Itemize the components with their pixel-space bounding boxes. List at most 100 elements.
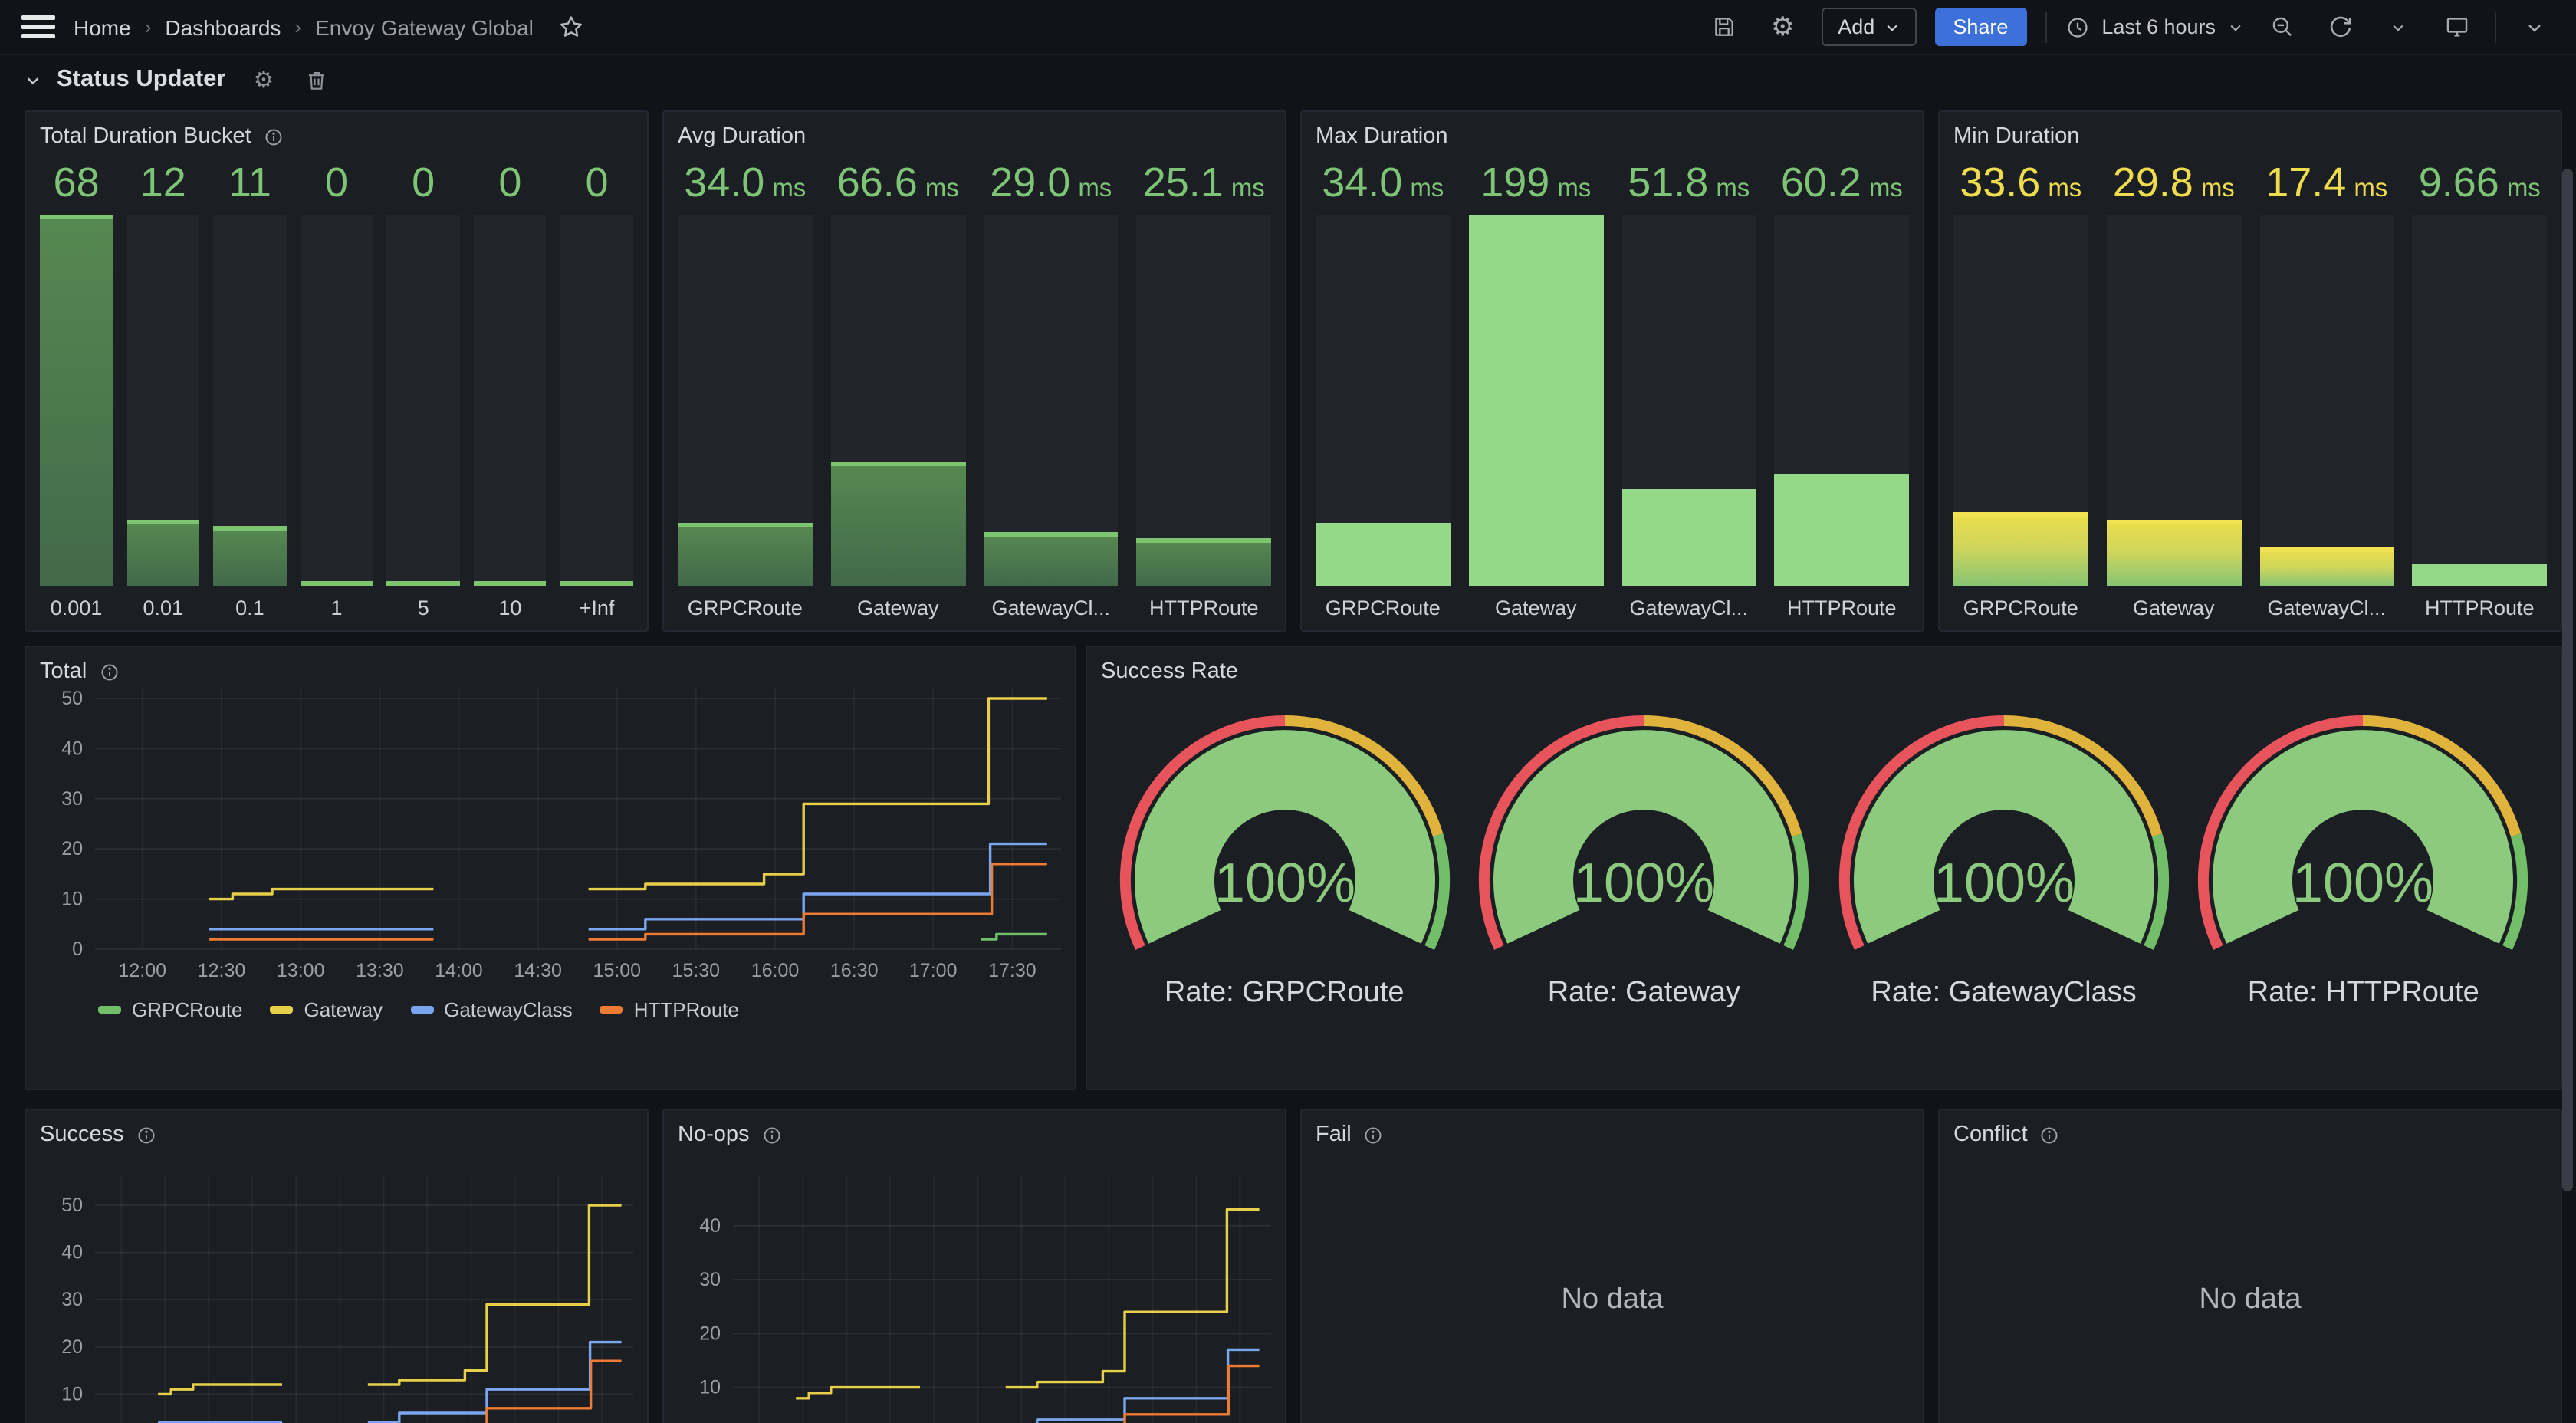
bar-track xyxy=(560,215,633,586)
svg-text:30: 30 xyxy=(61,1289,83,1310)
breadcrumb: Home › Dashboards › Envoy Gateway Global xyxy=(74,15,534,39)
bar-value: 0 xyxy=(474,159,547,209)
bar-column: 51.8msGatewayCl... xyxy=(1622,159,1756,619)
svg-text:17:00: 17:00 xyxy=(909,960,958,981)
svg-text:10: 10 xyxy=(699,1377,721,1398)
divider xyxy=(2045,12,2046,42)
bar-value: 199ms xyxy=(1469,159,1604,209)
bar-value: 0 xyxy=(560,159,633,209)
svg-text:50: 50 xyxy=(61,1195,83,1216)
row-settings-icon[interactable]: ⚙ xyxy=(254,68,274,91)
info-icon[interactable] xyxy=(1364,1125,1384,1145)
favorite-star-icon[interactable] xyxy=(552,7,592,47)
info-icon[interactable] xyxy=(264,127,284,146)
dashboard-settings-icon[interactable]: ⚙ xyxy=(1763,7,1802,47)
toolbar-chevron-down-icon[interactable] xyxy=(2515,7,2555,47)
bar-label: Gateway xyxy=(831,586,966,619)
bar-label: GRPCRoute xyxy=(1953,586,2088,619)
svg-text:40: 40 xyxy=(699,1215,721,1237)
bar-label: HTTPRoute xyxy=(2413,586,2548,619)
kiosk-mode-icon[interactable] xyxy=(2436,7,2476,47)
bar-label: GRPCRoute xyxy=(678,586,813,619)
bar-column: 680.001 xyxy=(40,159,113,619)
time-range-picker[interactable]: Last 6 hours xyxy=(2065,15,2243,39)
bar-track xyxy=(1953,215,2088,586)
menu-icon[interactable] xyxy=(21,10,55,44)
gauge: 100%Rate: GatewayClass xyxy=(1828,696,2180,1078)
zoom-out-icon[interactable] xyxy=(2262,7,2302,47)
refresh-interval-chevron-icon[interactable] xyxy=(2378,7,2418,47)
breadcrumb-home[interactable]: Home xyxy=(74,15,131,39)
breadcrumb-dashboards[interactable]: Dashboards xyxy=(165,15,281,39)
top-nav: Home › Dashboards › Envoy Gateway Global… xyxy=(0,0,2576,55)
legend-item[interactable]: GatewayClass xyxy=(410,998,573,1021)
bar-value: 29.0ms xyxy=(984,159,1119,209)
info-icon[interactable] xyxy=(99,662,119,682)
legend-item[interactable]: GRPCRoute xyxy=(98,998,243,1021)
panel-min-duration: Min Duration 33.6msGRPCRoute29.8msGatewa… xyxy=(1938,110,2562,632)
divider xyxy=(2495,12,2496,42)
panel-title[interactable]: Total xyxy=(40,658,1061,685)
row-delete-icon[interactable] xyxy=(304,68,327,91)
row-title[interactable]: Status Updater xyxy=(57,66,226,94)
bar-label: GatewayCl... xyxy=(1622,586,1756,619)
bar-fill xyxy=(984,531,1119,586)
panel-title[interactable]: Success Rate xyxy=(1101,658,2547,685)
row-collapse-chevron-icon[interactable] xyxy=(25,71,41,88)
legend-item[interactable]: HTTPRoute xyxy=(600,998,739,1021)
time-series-chart: 0102030405012:0012:3013:0013:3014:0014:3… xyxy=(40,688,1061,1021)
bar-fill xyxy=(2413,564,2548,586)
info-icon[interactable] xyxy=(762,1125,782,1145)
bar-fill xyxy=(1622,489,1756,586)
gauge-label: Rate: HTTPRoute xyxy=(2248,977,2479,1011)
bar-column: 9.66msHTTPRoute xyxy=(2413,159,2548,619)
bar-track xyxy=(127,215,199,586)
bar-column: 34.0msGRPCRoute xyxy=(1316,159,1451,619)
panel-title[interactable]: Avg Duration xyxy=(678,123,1271,150)
panel-title[interactable]: Success xyxy=(40,1121,633,1149)
bar-fill xyxy=(213,526,286,586)
panel-title[interactable]: Max Duration xyxy=(1316,123,1909,150)
save-dashboard-icon[interactable] xyxy=(1704,7,1744,47)
bar-value: 34.0ms xyxy=(678,159,813,209)
bar-column: 66.6ms Gateway xyxy=(831,159,966,619)
bar-track xyxy=(387,215,460,586)
panel-title[interactable]: Total Duration Bucket xyxy=(40,123,633,150)
svg-text:15:00: 15:00 xyxy=(593,960,642,981)
panel-title[interactable]: Min Duration xyxy=(1953,123,2547,150)
panel-no-ops: No-ops 010203040 xyxy=(662,1109,1286,1423)
add-button[interactable]: Add xyxy=(1821,8,1916,46)
bar-track xyxy=(1469,215,1604,586)
bar-track xyxy=(1137,215,1272,586)
bar-value: 0 xyxy=(300,159,373,209)
info-icon[interactable] xyxy=(2040,1125,2060,1145)
bar-track xyxy=(40,215,113,586)
panel-success-rate: Success Rate 100%Rate: GRPCRoute100%Rate… xyxy=(1086,646,2562,1090)
svg-text:100%: 100% xyxy=(1573,853,1714,914)
bar-column: 199msGateway xyxy=(1469,159,1604,619)
gauge-label: Rate: Gateway xyxy=(1548,977,1740,1011)
legend-item[interactable]: Gateway xyxy=(271,998,383,1021)
bar-column: 29.0msGatewayCl... xyxy=(984,159,1119,619)
refresh-icon[interactable] xyxy=(2320,7,2360,47)
bar-gauge: 34.0ms GRPCRoute 66.6ms Gateway 29.0msGatewa… xyxy=(678,159,1271,619)
share-button[interactable]: Share xyxy=(1934,8,2026,46)
bar-column: 60.2msHTTPRoute xyxy=(1775,159,1910,619)
bar-column: 120.01 xyxy=(127,159,199,619)
bar-label: 0.1 xyxy=(213,586,286,619)
panel-avg-duration: Avg Duration 34.0ms GRPCRoute 66.6ms Gatewa… xyxy=(662,110,1286,632)
time-series-chart: 010203040 xyxy=(678,1175,1271,1423)
panel-title[interactable]: Fail xyxy=(1316,1121,1909,1149)
bar-value: 66.6ms xyxy=(831,159,966,209)
svg-text:100%: 100% xyxy=(1214,853,1355,914)
svg-text:30: 30 xyxy=(699,1269,721,1290)
page-scrollbar[interactable] xyxy=(2562,169,2573,1191)
bar-value: 11 xyxy=(213,159,286,209)
panel-title[interactable]: No-ops xyxy=(678,1121,1271,1149)
info-icon[interactable] xyxy=(136,1125,156,1145)
bar-track xyxy=(831,215,966,586)
svg-text:12:00: 12:00 xyxy=(119,960,167,981)
panel-title[interactable]: Conflict xyxy=(1953,1121,2547,1149)
bar-fill xyxy=(40,215,113,586)
bar-value: 68 xyxy=(40,159,113,209)
